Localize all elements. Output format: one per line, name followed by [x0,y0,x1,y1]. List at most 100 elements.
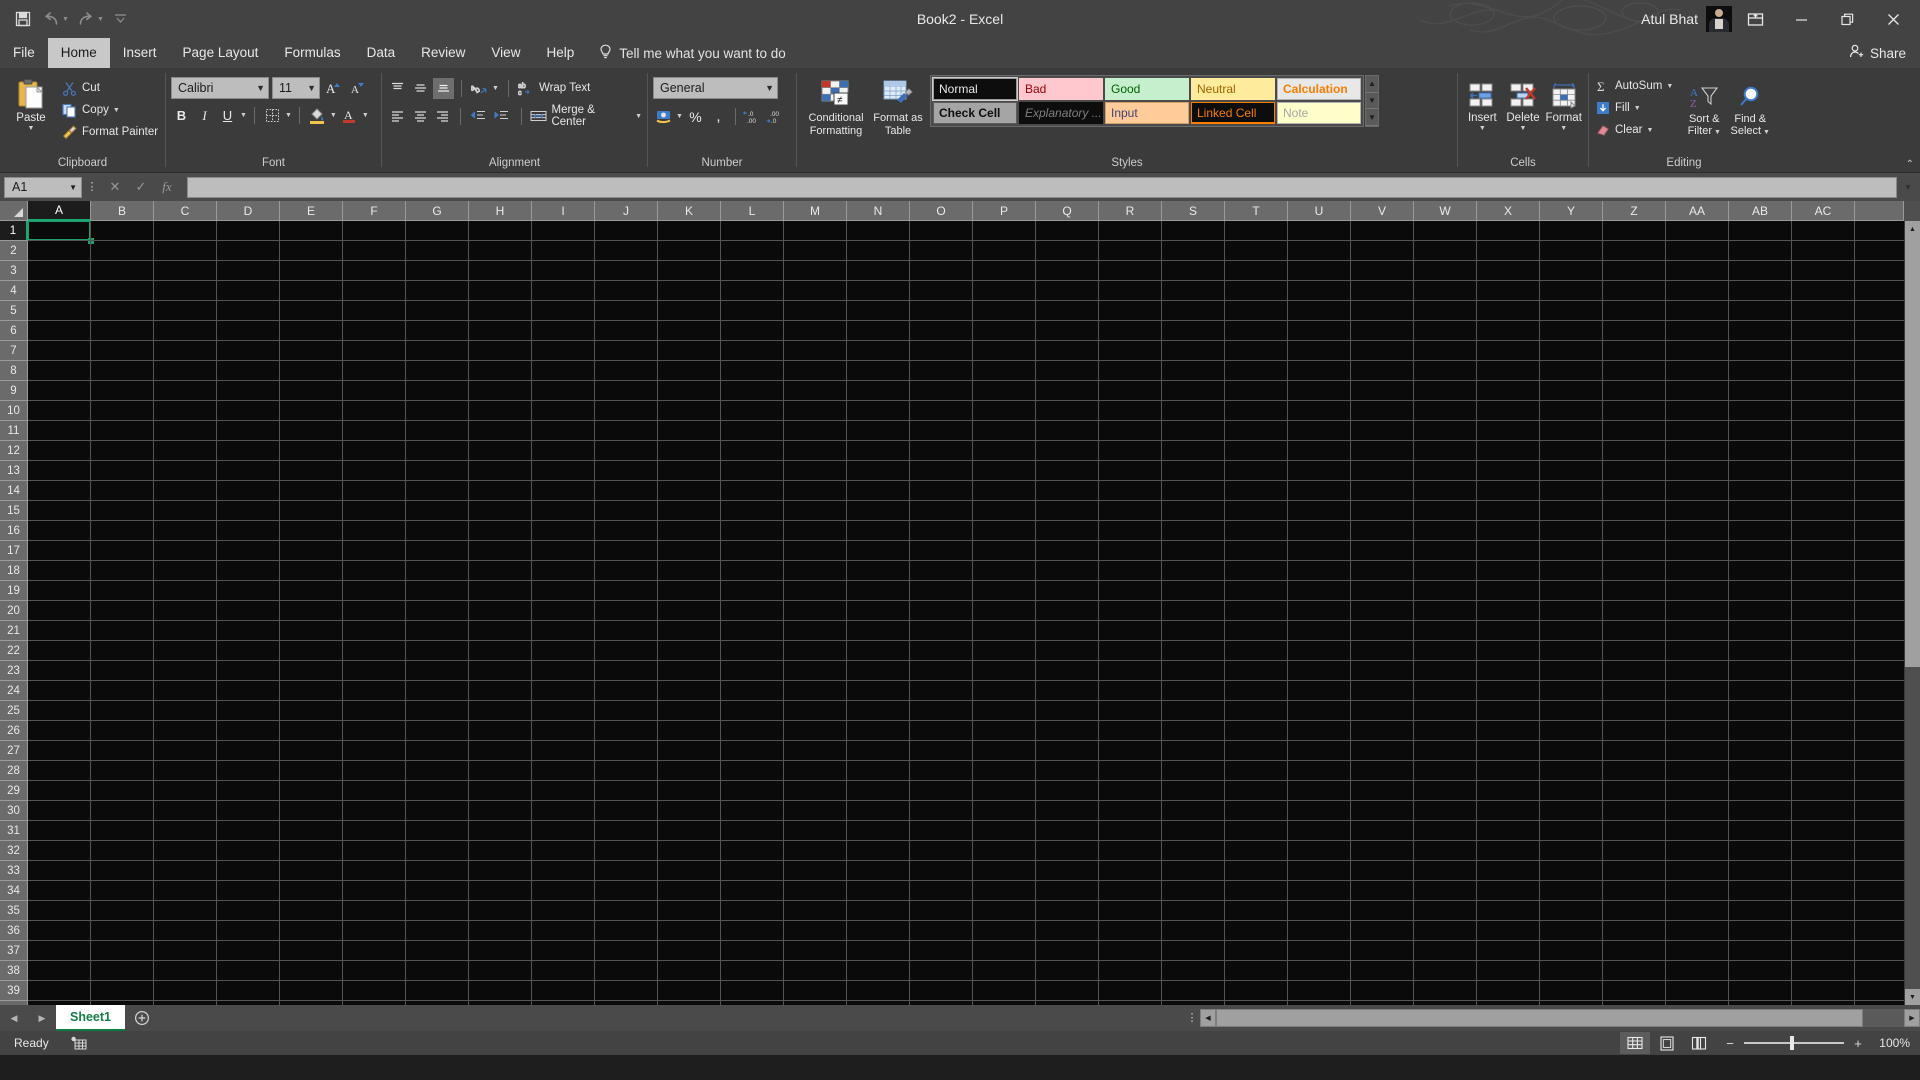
sort-filter-dropdown-icon[interactable]: ▼ [1712,129,1721,136]
row-header-9[interactable]: 9 [0,381,28,401]
normal-view-button[interactable] [1620,1032,1650,1054]
merge-center-button[interactable]: Merge & Center ▼ [530,104,642,128]
undo-icon[interactable] [38,6,64,32]
add-sheet-icon[interactable] [125,1005,159,1031]
bold-button[interactable]: B [171,105,192,126]
align-center-button[interactable] [410,106,431,127]
zoom-slider[interactable] [1744,1035,1844,1051]
style-neutral[interactable]: Neutral [1191,78,1275,100]
row-header-8[interactable]: 8 [0,361,28,381]
column-header-Q[interactable]: Q [1036,201,1099,221]
paste-button[interactable]: Paste ▼ [5,74,57,133]
row-header-32[interactable]: 32 [0,841,28,861]
column-header-W[interactable]: W [1414,201,1477,221]
cell-styles-gallery[interactable]: Normal Bad Good Neutral Calculation Chec… [930,75,1364,127]
align-bottom-button[interactable] [433,77,454,99]
column-header-AA[interactable]: AA [1666,201,1729,221]
close-icon[interactable] [1870,0,1916,38]
column-header-M[interactable]: M [784,201,847,221]
style-good[interactable]: Good [1105,78,1189,100]
format-dropdown-icon[interactable]: ▼ [1560,125,1567,133]
delete-cells-button[interactable]: Delete ▼ [1504,74,1543,133]
row-header-26[interactable]: 26 [0,721,28,741]
row-header-27[interactable]: 27 [0,741,28,761]
row-header-10[interactable]: 10 [0,401,28,421]
fill-color-button[interactable] [307,105,328,126]
tab-page-layout[interactable]: Page Layout [170,38,272,68]
customize-quick-access-toolbar-icon[interactable] [108,6,134,32]
undo-dropdown-icon[interactable]: ▼ [62,16,69,23]
zoom-in-button[interactable]: + [1852,1036,1864,1051]
column-header-S[interactable]: S [1162,201,1225,221]
decrease-decimal-button[interactable]: .00 .0 [765,106,786,127]
formula-input[interactable] [187,176,1897,198]
restore-icon[interactable] [1824,0,1870,38]
shrink-font-button[interactable]: A [347,78,368,99]
format-painter-button[interactable]: Format Painter [61,121,158,143]
tab-file[interactable]: File [0,38,48,68]
increase-indent-button[interactable] [491,106,512,127]
minimize-icon[interactable] [1778,0,1824,38]
page-break-preview-button[interactable] [1684,1032,1714,1054]
page-layout-view-button[interactable] [1652,1032,1682,1054]
row-header-14[interactable]: 14 [0,481,28,501]
find-select-button[interactable]: Find & Select ▼ [1727,75,1773,139]
name-box[interactable]: A1 ▼ [4,176,82,198]
ribbon-display-options-icon[interactable] [1732,0,1778,38]
zoom-slider-thumb[interactable] [1790,1036,1794,1050]
align-top-button[interactable] [387,78,408,99]
row-header-37[interactable]: 37 [0,941,28,961]
align-left-button[interactable] [387,106,408,127]
row-header-5[interactable]: 5 [0,301,28,321]
fill-dropdown-icon[interactable]: ▼ [1634,105,1641,112]
row-header-23[interactable]: 23 [0,661,28,681]
font-size-combo[interactable]: 11 ▼ [272,77,320,99]
column-header-E[interactable]: E [280,201,343,221]
column-header-G[interactable]: G [406,201,469,221]
row-header-33[interactable]: 33 [0,861,28,881]
row-header-38[interactable]: 38 [0,961,28,981]
tab-review[interactable]: Review [408,38,478,68]
style-bad[interactable]: Bad [1019,78,1103,100]
row-header-15[interactable]: 15 [0,501,28,521]
fill-handle[interactable] [88,238,94,244]
clear-dropdown-icon[interactable]: ▼ [1646,127,1653,134]
format-cells-button[interactable]: Format ▼ [1544,74,1583,133]
row-header-6[interactable]: 6 [0,321,28,341]
row-header-40[interactable]: 40 [0,1001,28,1005]
name-box-resize-handle[interactable]: ⋮ [85,181,99,192]
style-note[interactable]: Note [1277,102,1361,124]
wrap-text-button[interactable]: ab c Wrap Text [518,77,590,99]
borders-button[interactable] [262,105,283,126]
row-header-35[interactable]: 35 [0,901,28,921]
column-header-D[interactable]: D [217,201,280,221]
row-header-34[interactable]: 34 [0,881,28,901]
expand-formula-bar-icon[interactable]: ▼ [1900,183,1916,192]
column-header-J[interactable]: J [595,201,658,221]
column-header-I[interactable]: I [532,201,595,221]
fill-button[interactable]: Fill ▼ [1594,97,1673,119]
column-header-partial[interactable] [1855,201,1904,221]
scroll-right-icon[interactable]: ▶ [1904,1009,1920,1027]
style-linked-cell[interactable]: Linked Cell [1191,102,1275,124]
delete-dropdown-icon[interactable]: ▼ [1520,125,1527,133]
sheet-tab-sheet1[interactable]: Sheet1 [56,1005,125,1031]
column-header-AC[interactable]: AC [1792,201,1855,221]
insert-cells-button[interactable]: Insert ▼ [1463,74,1502,133]
row-header-21[interactable]: 21 [0,621,28,641]
accounting-format-button[interactable] [653,106,674,127]
horizontal-scroll-thumb[interactable] [1216,1009,1863,1027]
row-header-36[interactable]: 36 [0,921,28,941]
insert-function-icon[interactable]: fx [154,176,180,198]
tab-formulas[interactable]: Formulas [271,38,353,68]
column-header-T[interactable]: T [1225,201,1288,221]
cell-area[interactable] [28,221,1904,1005]
underline-dropdown-icon[interactable]: ▼ [240,112,247,119]
gallery-scroll-down-icon[interactable]: ▼ [1366,93,1378,110]
column-header-X[interactable]: X [1477,201,1540,221]
split-handle[interactable]: ⋮ [1184,1005,1200,1031]
column-header-P[interactable]: P [973,201,1036,221]
column-header-O[interactable]: O [910,201,973,221]
fill-color-dropdown-icon[interactable]: ▼ [330,112,337,119]
vertical-scroll-thumb[interactable] [1905,237,1920,667]
